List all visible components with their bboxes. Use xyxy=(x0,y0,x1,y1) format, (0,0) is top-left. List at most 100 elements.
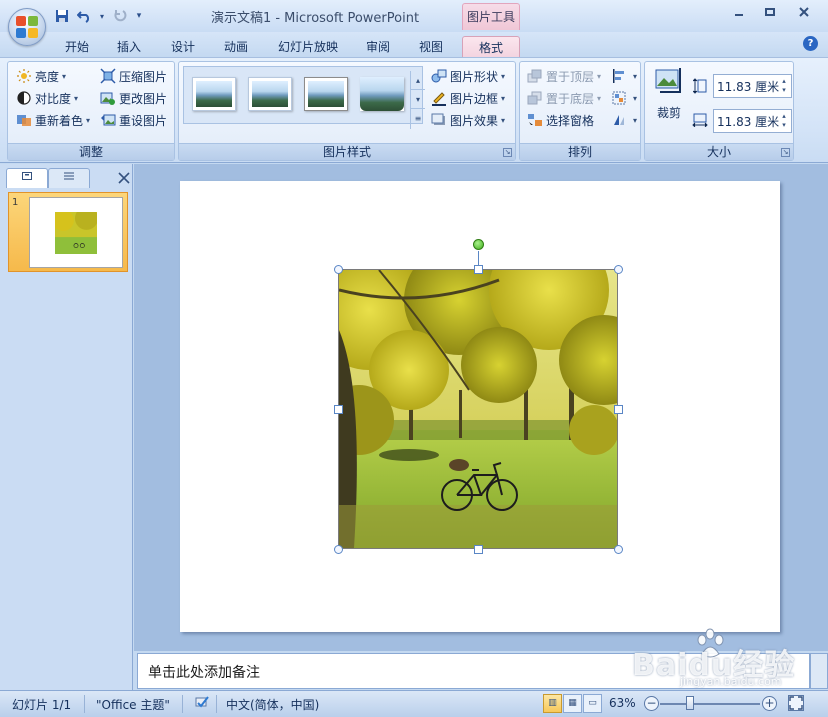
shape-height-field[interactable]: 11.83 厘米 ▴ ▾ xyxy=(713,74,792,98)
compress-pictures-button[interactable]: 压缩图片 xyxy=(100,66,167,86)
slide-thumbnail-item[interactable]: 1 xyxy=(8,192,128,272)
group-objects-button[interactable]: ▾ xyxy=(611,88,637,108)
tab-insert[interactable]: 插入 xyxy=(108,36,150,57)
crop-button[interactable]: 裁剪 xyxy=(651,66,687,122)
chevron-down-icon: ▾ xyxy=(633,93,638,103)
rotate-icon xyxy=(611,112,627,128)
notes-placeholder: 单击此处添加备注 xyxy=(148,665,260,681)
picture-styles-gallery: ▴ ▾ ≡ xyxy=(183,66,425,129)
picture-style-thumb[interactable] xyxy=(304,77,348,111)
picture-tools-label: 图片工具 xyxy=(462,3,520,30)
resize-handle-top-right[interactable] xyxy=(614,265,623,274)
selection-pane-button[interactable]: 选择窗格 xyxy=(527,110,594,130)
tab-design[interactable]: 设计 xyxy=(162,36,204,57)
minimize-button[interactable] xyxy=(728,6,750,24)
zoom-slider-thumb[interactable] xyxy=(686,696,694,710)
tab-slideshow[interactable]: 幻灯片放映 xyxy=(270,36,346,57)
picture-style-thumb[interactable] xyxy=(192,77,236,111)
width-spinner[interactable]: ▴ ▾ xyxy=(779,112,789,130)
shape-width-field[interactable]: 11.83 厘米 ▴ ▾ xyxy=(713,109,792,133)
dialog-launcher-icon[interactable]: ↘ xyxy=(503,148,512,157)
brightness-button[interactable]: 亮度 ▾ xyxy=(16,66,66,86)
group-picture-styles-label: 图片样式 xyxy=(179,143,515,160)
chevron-down-icon: ▾ xyxy=(597,93,602,103)
reset-picture-button[interactable]: 重设图片 xyxy=(100,110,167,130)
notes-pane[interactable]: 单击此处添加备注 xyxy=(137,653,810,689)
group-adjust-label: 调整 xyxy=(8,143,174,160)
outline-tab[interactable] xyxy=(48,168,90,188)
window-title: 演示文稿1 - Microsoft PowerPoint xyxy=(210,11,420,26)
dialog-launcher-icon[interactable]: ↘ xyxy=(781,148,790,157)
notes-scrollbar[interactable] xyxy=(810,653,828,689)
selected-picture[interactable] xyxy=(309,230,649,549)
gallery-more-icon[interactable]: ≡ xyxy=(411,109,425,128)
gallery-scroll-up-icon[interactable]: ▴ xyxy=(411,71,425,90)
resize-handle-top[interactable] xyxy=(474,265,483,274)
resize-handle-bottom[interactable] xyxy=(474,545,483,554)
picture-border-button[interactable]: 图片边框 ▾ xyxy=(431,88,505,108)
crop-label: 裁剪 xyxy=(656,106,681,120)
rotation-handle[interactable] xyxy=(473,239,484,250)
selection-pane-icon xyxy=(527,112,543,128)
send-to-back-label: 置于底层 xyxy=(546,91,595,106)
fit-to-window-icon[interactable] xyxy=(788,695,804,711)
resize-handle-right[interactable] xyxy=(614,405,623,414)
ribbon: 亮度 ▾ 对比度 ▾ 重新着色 ▾ 压缩图片 更改图片 重设图片 调整 ▴ ▾ … xyxy=(0,57,828,163)
resize-handle-bottom-left[interactable] xyxy=(334,545,343,554)
slides-pane: 1 xyxy=(0,164,133,690)
slide-thumbnail-picture xyxy=(55,212,97,254)
gallery-scroll-down-icon[interactable]: ▾ xyxy=(411,90,425,109)
tab-home[interactable]: 开始 xyxy=(56,36,98,57)
zoom-out-icon[interactable]: − xyxy=(644,696,659,711)
picture-effects-button[interactable]: 图片效果 ▾ xyxy=(431,110,505,130)
tab-format[interactable]: 格式 xyxy=(462,36,520,57)
group-size: 裁剪 11.83 厘米 ▴ ▾ 11.83 厘米 ▴ ▾ 大小 ↘ xyxy=(644,61,794,161)
picture-style-thumb[interactable] xyxy=(248,77,292,111)
picture-shape-button[interactable]: 图片形状 ▾ xyxy=(431,66,505,86)
tab-animations[interactable]: 动画 xyxy=(215,36,257,57)
resize-handle-bottom-right[interactable] xyxy=(614,545,623,554)
slideshow-view-icon[interactable]: ▭ xyxy=(583,694,602,713)
zoom-slider[interactable] xyxy=(660,703,760,705)
picture-style-thumb[interactable] xyxy=(360,77,404,111)
zoom-level[interactable]: 63% xyxy=(609,696,636,710)
selection-pane-label: 选择窗格 xyxy=(546,113,595,128)
normal-view-icon[interactable]: ▥ xyxy=(543,694,562,713)
recolor-button[interactable]: 重新着色 ▾ xyxy=(16,110,90,130)
send-to-back-button[interactable]: 置于底层 ▾ xyxy=(527,88,601,108)
slides-tab[interactable] xyxy=(6,168,48,188)
chevron-down-icon: ▾ xyxy=(74,93,79,103)
slide-sorter-view-icon[interactable]: ▦ xyxy=(563,694,582,713)
outline-tab-icon xyxy=(64,172,74,180)
bring-to-front-icon xyxy=(527,68,543,84)
office-button[interactable] xyxy=(8,8,46,46)
close-button[interactable] xyxy=(793,6,815,24)
align-button[interactable]: ▾ xyxy=(611,66,637,86)
tab-review[interactable]: 审阅 xyxy=(356,36,400,57)
zoom-in-icon[interactable]: + xyxy=(762,696,777,711)
group-adjust: 亮度 ▾ 对比度 ▾ 重新着色 ▾ 压缩图片 更改图片 重设图片 调整 xyxy=(7,61,175,161)
slide-thumbnail xyxy=(29,197,123,268)
slide-number: 1 xyxy=(12,197,19,208)
resize-handle-left[interactable] xyxy=(334,405,343,414)
tab-view[interactable]: 视图 xyxy=(410,36,452,57)
divider xyxy=(182,695,183,713)
recolor-label: 重新着色 xyxy=(35,113,84,128)
help-icon[interactable]: ? xyxy=(803,36,818,51)
resize-handle-top-left[interactable] xyxy=(334,265,343,274)
spelling-check-icon[interactable] xyxy=(194,695,210,712)
park-bicycle-photo xyxy=(309,230,649,548)
change-picture-button[interactable]: 更改图片 xyxy=(100,88,167,108)
bring-to-front-button[interactable]: 置于顶层 ▾ xyxy=(527,66,601,86)
slide-canvas[interactable] xyxy=(180,181,780,632)
contrast-button[interactable]: 对比度 ▾ xyxy=(16,88,78,108)
picture-border-icon xyxy=(431,90,447,106)
close-pane-icon[interactable] xyxy=(118,170,130,188)
height-spinner[interactable]: ▴ ▾ xyxy=(779,77,789,95)
status-bar: 幻灯片 1/1 "Office 主题" 中文(简体，中国) ▥ ▦ ▭ 63% … xyxy=(0,690,828,717)
language-status[interactable]: 中文(简体，中国) xyxy=(226,696,319,713)
divider xyxy=(216,695,217,713)
rotate-button[interactable]: ▾ xyxy=(611,110,637,130)
reset-picture-label: 重设图片 xyxy=(119,113,168,128)
restore-button[interactable] xyxy=(759,6,781,24)
